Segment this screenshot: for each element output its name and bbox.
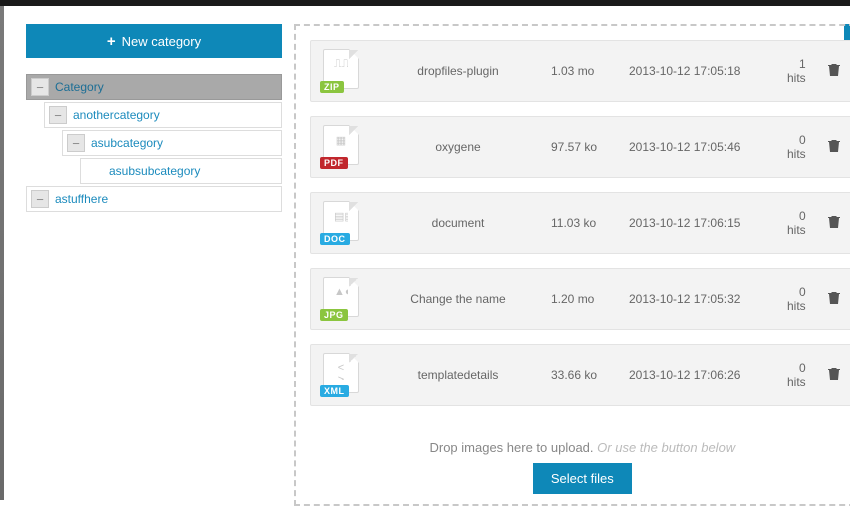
collapse-icon[interactable]: −: [67, 134, 85, 152]
tree-item-label: anothercategory: [73, 108, 160, 122]
dropzone-text: Drop images here to upload. Or use the b…: [310, 440, 850, 455]
file-type-icon: ▲●JPG: [317, 275, 365, 323]
file-name: Change the name: [373, 292, 543, 306]
file-size: 33.66 ko: [551, 368, 621, 382]
category-tree: −Category−anothercategory−asubcategoryas…: [26, 74, 282, 212]
file-list: ⎍⎍⎍⎍▸ZIP dropfiles-plugin 1.03 mo 2013-10-1…: [310, 40, 850, 406]
file-row[interactable]: < >XML templatedetails 33.66 ko 2013-10-12 …: [310, 344, 850, 406]
file-date: 2013-10-12 17:05:32: [629, 292, 779, 306]
trash-icon[interactable]: [824, 139, 844, 156]
tree-item-label: astuffhere: [55, 192, 108, 206]
file-size: 11.03 ko: [551, 216, 621, 230]
file-row[interactable]: ▦PDF oxygene 97.57 ko 2013-10-12 17:05:46 0 …: [310, 116, 850, 178]
file-type-badge: PDF: [320, 157, 348, 169]
tree-item[interactable]: asubsubcategory: [80, 158, 282, 184]
file-name: dropfiles-plugin: [373, 64, 543, 78]
file-date: 2013-10-12 17:05:18: [629, 64, 779, 78]
tree-item[interactable]: −Category: [26, 74, 282, 100]
trash-icon[interactable]: [824, 215, 844, 232]
sidebar: + New category −Category−anothercategory…: [26, 24, 282, 506]
tree-item-label: Category: [55, 80, 104, 94]
trash-icon[interactable]: [824, 291, 844, 308]
file-date: 2013-10-12 17:06:15: [629, 216, 779, 230]
trash-icon[interactable]: [824, 63, 844, 80]
file-name: document: [373, 216, 543, 230]
file-type-badge: DOC: [320, 233, 350, 245]
tree-item-label: asubsubcategory: [109, 164, 200, 178]
collapse-icon[interactable]: −: [31, 190, 49, 208]
app-container: + New category −Category−anothercategory…: [0, 6, 850, 506]
file-size: 1.20 mo: [551, 292, 621, 306]
file-name: templatedetails: [373, 368, 543, 382]
trash-icon[interactable]: [824, 367, 844, 384]
file-type-icon: < >XML: [317, 351, 365, 399]
dropzone-hint: Or use the button below: [597, 440, 735, 455]
file-type-badge: XML: [320, 385, 349, 397]
file-row[interactable]: ▤▤DOC document 11.03 ko 2013-10-12 17:06:15…: [310, 192, 850, 254]
file-type-badge: ZIP: [320, 81, 344, 93]
file-row[interactable]: ▲●JPG Change the name 1.20 mo 2013-10-12 17…: [310, 268, 850, 330]
tree-item-label: asubcategory: [91, 136, 163, 150]
window-leftedge: [0, 6, 4, 500]
tree-item[interactable]: −asubcategory: [62, 130, 282, 156]
file-row[interactable]: ⎍⎍⎍⎍▸ZIP dropfiles-plugin 1.03 mo 2013-10-1…: [310, 40, 850, 102]
file-panel: ⎍⎍⎍⎍▸ZIP dropfiles-plugin 1.03 mo 2013-10-1…: [294, 24, 850, 506]
dropzone-instruction: Drop images here to upload.: [429, 440, 593, 455]
file-type-icon: ▦PDF: [317, 123, 365, 171]
select-files-button[interactable]: Select files: [533, 463, 632, 494]
file-date: 2013-10-12 17:05:46: [629, 140, 779, 154]
file-size: 1.03 mo: [551, 64, 621, 78]
file-name: oxygene: [373, 140, 543, 154]
file-size: 97.57 ko: [551, 140, 621, 154]
new-category-button[interactable]: + New category: [26, 24, 282, 58]
file-type-badge: JPG: [320, 309, 348, 321]
file-type-icon: ▤▤DOC: [317, 199, 365, 247]
plus-icon: +: [107, 33, 116, 50]
file-hits: 0 hits: [787, 209, 816, 237]
file-date: 2013-10-12 17:06:26: [629, 368, 779, 382]
collapse-icon[interactable]: −: [31, 78, 49, 96]
tree-item[interactable]: −astuffhere: [26, 186, 282, 212]
file-hits: 0 hits: [787, 285, 816, 313]
file-hits: 1 hits: [787, 57, 816, 85]
file-type-icon: ⎍⎍⎍⎍▸ZIP: [317, 47, 365, 95]
tree-item[interactable]: −anothercategory: [44, 102, 282, 128]
file-hits: 0 hits: [787, 361, 816, 389]
file-hits: 0 hits: [787, 133, 816, 161]
collapse-icon[interactable]: −: [49, 106, 67, 124]
new-category-label: New category: [122, 34, 201, 49]
